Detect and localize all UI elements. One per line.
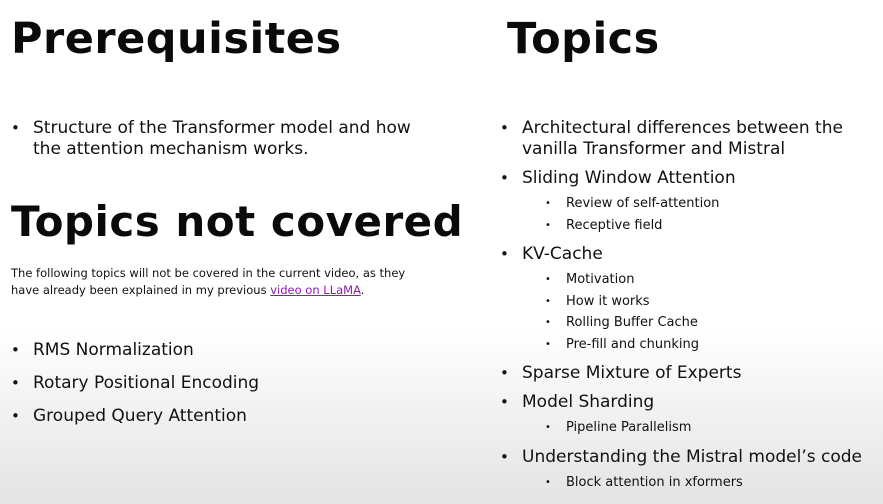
topic-item: Understanding the Mistral model’s code B… [500,447,883,494]
topics-title: Topics [507,14,660,64]
subtopic-list: Block attention in xformers [522,472,883,494]
topic-label: KV-Cache [522,244,603,264]
topic-label: Understanding the Mistral model’s code [522,446,862,467]
not-covered-item: RMS Normalization [11,340,431,361]
subtopic-item: Pipeline Parallelism [522,417,883,439]
subtopic-item: Receptive field [522,215,883,237]
topics-not-covered-title: Topics not covered [11,197,464,246]
not-covered-item: Grouped Query Attention [11,406,431,427]
prerequisites-title: Prerequisites [11,14,342,64]
subtopic-item: How it works [522,291,883,313]
topic-label: Sliding Window Attention [522,168,736,188]
subtopic-list: Motivation How it works Rolling Buffer C… [522,269,883,355]
topic-item: Sliding Window Attention Review of self-… [500,168,883,236]
topic-label: Architectural differences between the va… [522,118,843,159]
topic-label: Sparse Mixture of Experts [522,363,742,383]
subtopic-list: Review of self-attention Receptive field [522,193,883,236]
subtopic-item: Block attention in xformers [522,472,883,494]
subtopic-list: Pipeline Parallelism [522,417,883,439]
topic-item: Model Sharding Pipeline Parallelism [500,392,883,439]
not-covered-note: The following topics will not be covered… [11,265,431,299]
llama-video-link[interactable]: video on LLaMA [270,283,361,297]
topic-item: Architectural differences between the va… [500,118,883,160]
note-period: . [360,283,365,297]
subtopic-item: Motivation [522,269,883,291]
subtopic-item: Review of self-attention [522,193,883,215]
subtopic-item: Rolling Buffer Cache [522,312,883,334]
topics-list: Architectural differences between the va… [500,118,883,501]
topic-label: Model Sharding [522,392,655,412]
prerequisite-item: Structure of the Transformer model and h… [11,118,431,160]
not-covered-list: RMS Normalization Rotary Positional Enco… [11,340,431,439]
topic-item: KV-Cache Motivation How it works Rolling… [500,244,883,355]
topic-item: Sparse Mixture of Experts [500,363,883,384]
subtopic-item: Pre-fill and chunking [522,334,883,356]
prerequisites-list: Structure of the Transformer model and h… [11,118,431,160]
not-covered-item: Rotary Positional Encoding [11,373,431,394]
